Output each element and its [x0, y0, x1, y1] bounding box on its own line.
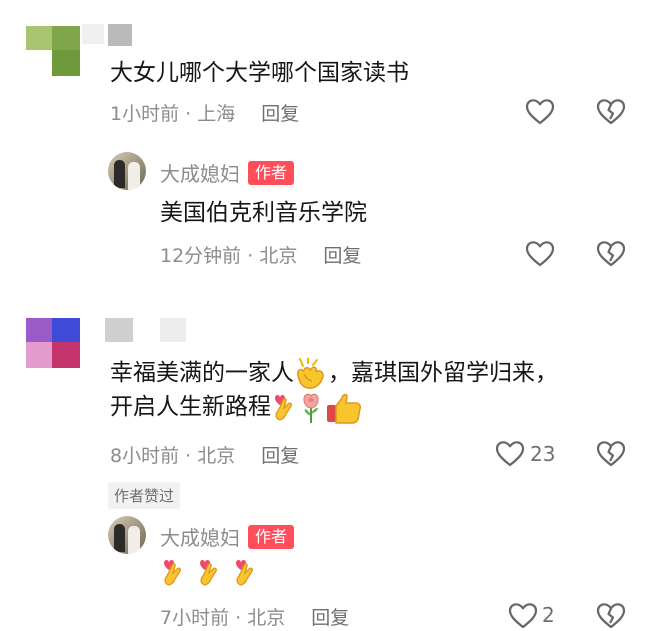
broken-heart-icon[interactable] — [596, 239, 626, 269]
heart-icon[interactable] — [525, 97, 555, 127]
comment-text: 幸福美满的一家人 ，嘉琪国外留学归来， 开启人生新路程 — [110, 356, 640, 424]
heart-icon[interactable] — [495, 439, 525, 469]
comment-meta: 1小时前 · 上海 回复 — [110, 99, 299, 126]
author-name[interactable]: 大成媳妇 — [160, 158, 240, 187]
comment-time: 8小时前 — [110, 445, 180, 467]
avatar[interactable] — [26, 318, 80, 370]
reply-time: 12分钟前 — [160, 245, 242, 267]
blurred-username — [160, 318, 186, 342]
crossed-fingers-heart-emoji — [164, 560, 181, 586]
reply-location: 北京 — [247, 607, 286, 629]
clapping-hands-emoji — [297, 357, 324, 389]
author-badge: 作者 — [248, 524, 295, 549]
reply-button[interactable]: 回复 — [323, 241, 361, 268]
comment-text: 大女儿哪个大学哪个国家读书 — [110, 60, 409, 86]
reply-text: 美国伯克利音乐学院 — [160, 200, 367, 226]
reply-button[interactable]: 回复 — [311, 603, 349, 630]
like-count: 23 — [530, 442, 556, 466]
author-name[interactable]: 大成媳妇 — [160, 522, 240, 551]
broken-heart-icon[interactable] — [596, 601, 626, 631]
crossed-fingers-heart-emoji — [275, 394, 292, 420]
reply-button[interactable]: 回复 — [261, 99, 299, 126]
broken-heart-icon[interactable] — [596, 439, 626, 469]
reply-meta: 12分钟前 · 北京 回复 — [160, 241, 361, 268]
broken-heart-icon[interactable] — [596, 97, 626, 127]
reply-button[interactable]: 回复 — [261, 441, 299, 468]
thumbs-up-emoji — [327, 393, 361, 424]
avatar[interactable] — [108, 152, 146, 190]
blurred-username — [105, 318, 133, 342]
reply-time: 7小时前 — [160, 607, 230, 629]
reply-meta: 7小时前 · 北京 回复 — [160, 603, 349, 630]
reply-emojis — [160, 557, 258, 589]
crossed-fingers-heart-emoji — [236, 560, 253, 586]
avatar[interactable] — [26, 26, 80, 78]
reply-location: 北京 — [259, 245, 298, 267]
rose-emoji — [303, 393, 319, 423]
heart-icon[interactable] — [508, 601, 538, 631]
comment-location: 上海 — [197, 103, 236, 125]
blurred-username — [82, 24, 104, 44]
author-badge: 作者 — [248, 160, 295, 185]
author-liked-tag: 作者赞过 — [108, 482, 181, 509]
avatar[interactable] — [108, 516, 146, 554]
crossed-fingers-heart-emoji — [200, 560, 217, 586]
blurred-username — [108, 24, 132, 46]
heart-icon[interactable] — [525, 239, 555, 269]
comment-time: 1小时前 — [110, 103, 180, 125]
like-count: 2 — [542, 603, 555, 627]
comment-location: 北京 — [197, 445, 236, 467]
comment-meta: 8小时前 · 北京 回复 — [110, 441, 299, 468]
